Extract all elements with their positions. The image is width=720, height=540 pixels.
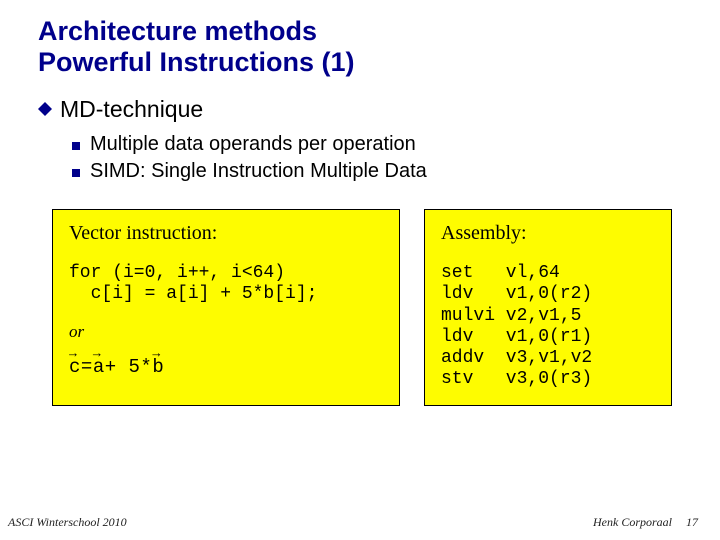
sub-bullet-1-label: Multiple data operands per operation <box>90 133 416 156</box>
square-icon <box>72 142 80 150</box>
arrow-icon: → <box>152 347 160 360</box>
bullet-md-technique-label: MD-technique <box>60 96 203 123</box>
sub-bullet-2-label: SIMD: Single Instruction Multiple Data <box>90 160 427 183</box>
title-line-2: Powerful Instructions (1) <box>38 47 355 77</box>
vector-mid: + 5* <box>105 356 153 378</box>
sub-bullet-1: Multiple data operands per operation <box>72 133 690 156</box>
bullet-md-technique: MD-technique <box>38 96 690 123</box>
assembly-box: Assembly: set vl,64 ldv v1,0(r2) mulvi v… <box>424 209 672 405</box>
arrow-icon: → <box>93 347 101 360</box>
sub-bullet-2: SIMD: Single Instruction Multiple Data <box>72 160 690 183</box>
vector-box-title: Vector instruction: <box>69 222 383 245</box>
title-line-1: Architecture methods <box>38 16 317 46</box>
footer-author: Henk Corporaal <box>593 515 672 530</box>
vector-instruction-box: Vector instruction: for (i=0, i++, i<64)… <box>52 209 400 405</box>
slide-title: Architecture methods Powerful Instructio… <box>38 16 690 78</box>
footer-page-number: 17 <box>686 515 698 530</box>
footer-right: Henk Corporaal 17 <box>593 515 698 530</box>
vector-a: →a <box>93 356 105 378</box>
or-label: or <box>69 322 383 342</box>
sub-bullet-list: Multiple data operands per operation SIM… <box>38 133 690 183</box>
square-icon <box>72 169 80 177</box>
slide-footer: ASCI Winterschool 2010 Henk Corporaal 17 <box>0 515 720 530</box>
vector-c: →c <box>69 356 81 378</box>
slide-root: Architecture methods Powerful Instructio… <box>0 0 720 540</box>
assembly-box-title: Assembly: <box>441 222 655 245</box>
arrow-icon: → <box>69 347 77 360</box>
footer-left: ASCI Winterschool 2010 <box>8 515 127 530</box>
assembly-code: set vl,64 ldv v1,0(r2) mulvi v2,v1,5 ldv… <box>441 263 655 390</box>
vector-code: for (i=0, i++, i<64) c[i] = a[i] + 5*b[i… <box>69 263 383 305</box>
vector-eq: = <box>81 356 93 378</box>
vector-expression: →c = →a + 5* →b <box>69 356 383 378</box>
vector-b: →b <box>152 356 164 378</box>
code-boxes-row: Vector instruction: for (i=0, i++, i<64)… <box>38 209 690 405</box>
diamond-icon <box>38 102 52 116</box>
